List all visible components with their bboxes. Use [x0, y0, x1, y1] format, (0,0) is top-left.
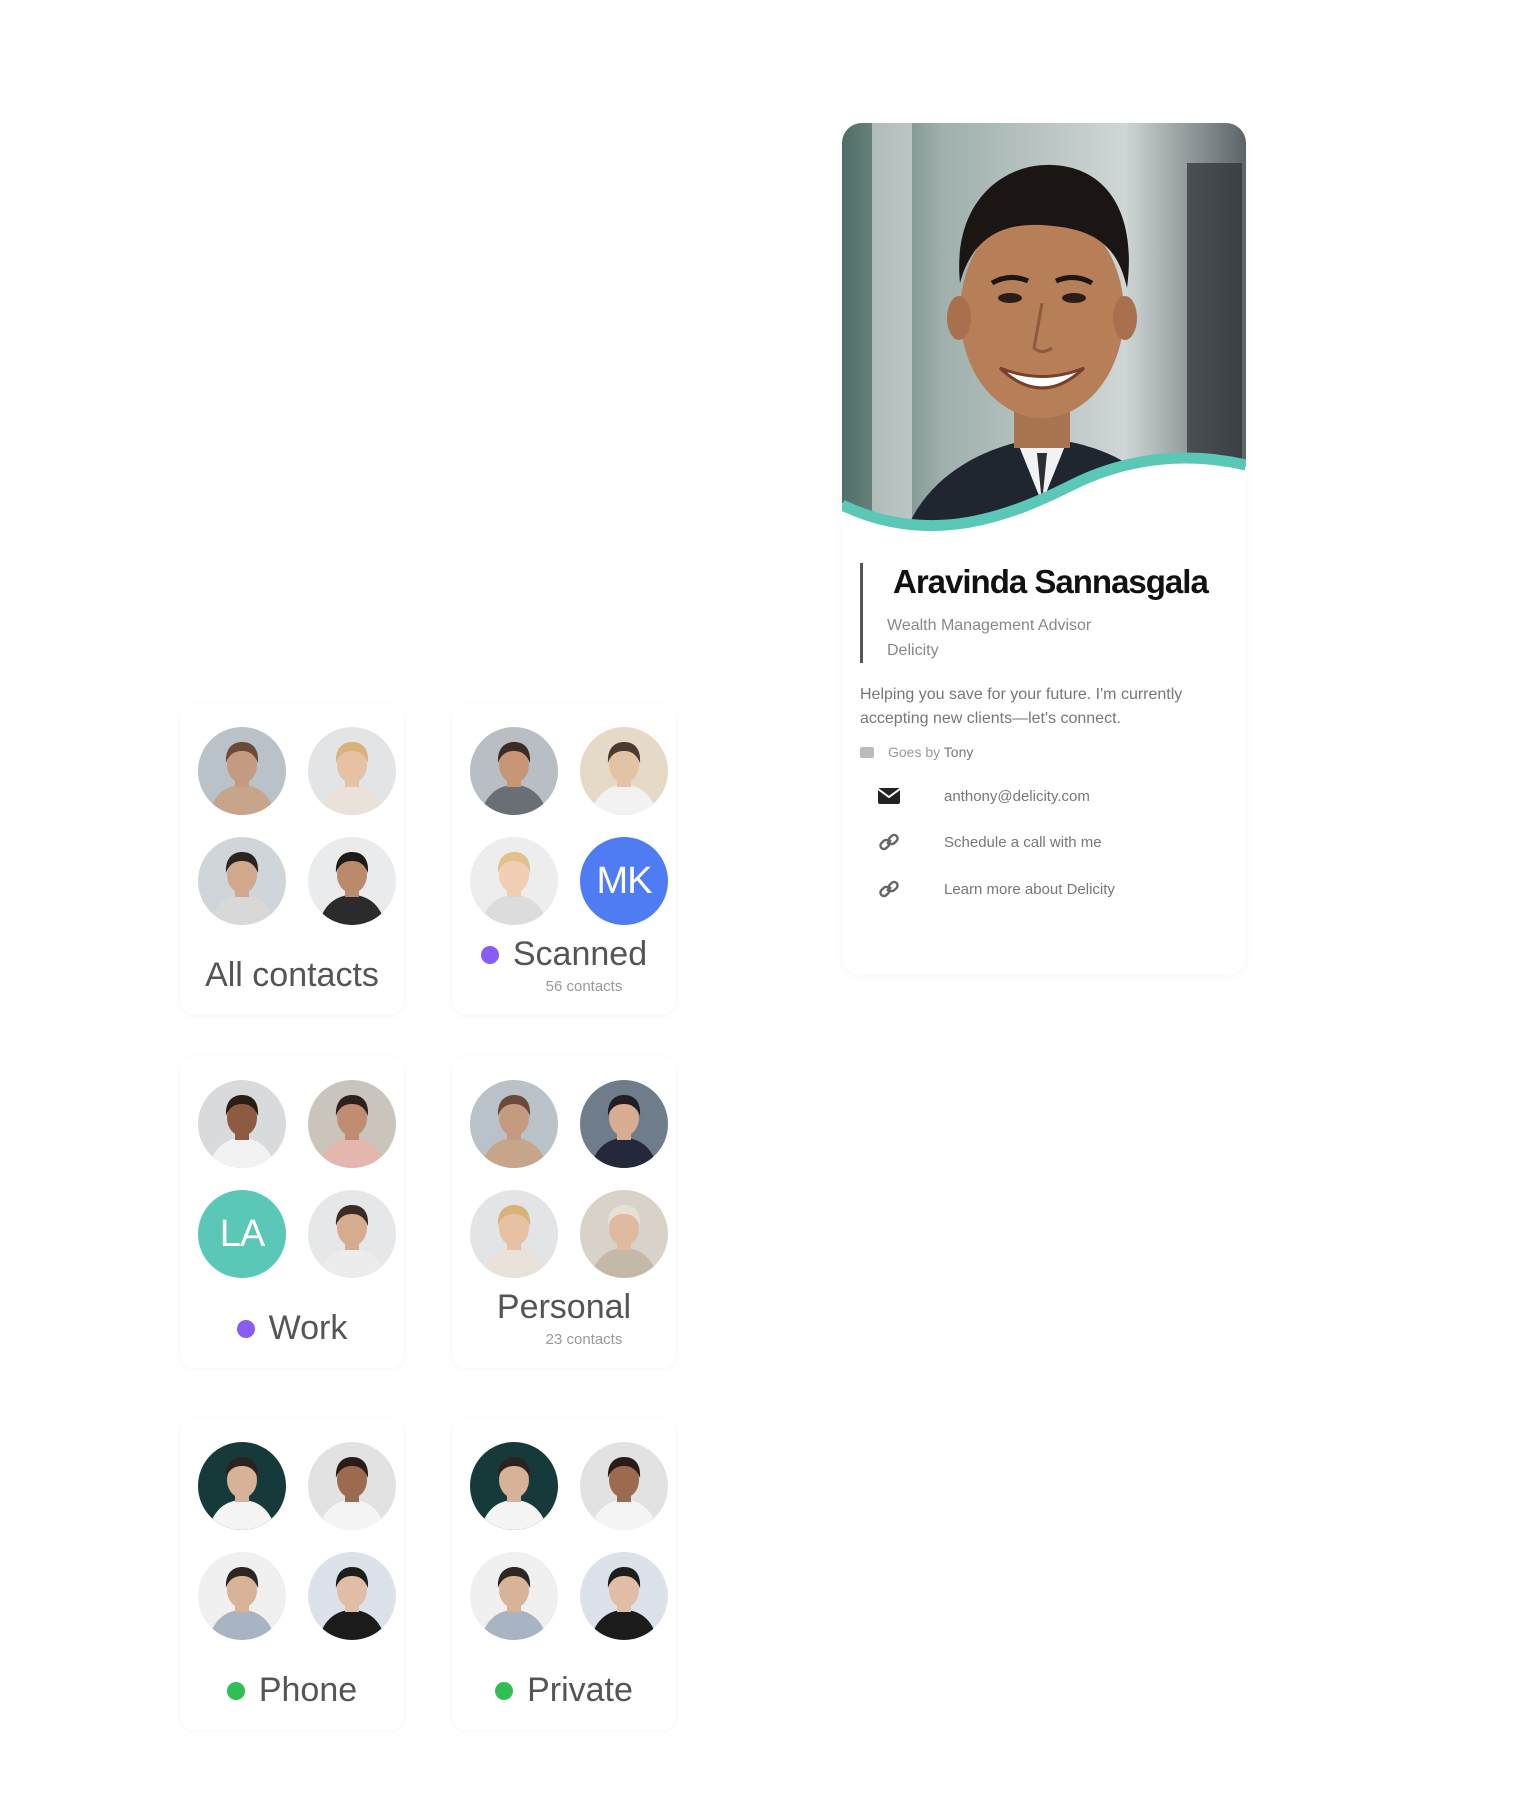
learn-more-text: Learn more about Delicity	[944, 880, 1115, 898]
mail-icon	[874, 781, 904, 811]
group-title: Work	[268, 1309, 348, 1347]
group-card-work[interactable]: LA Work	[180, 1056, 404, 1368]
avatar	[198, 1442, 286, 1530]
group-count: 56 contacts	[545, 978, 623, 995]
group-card-private[interactable]: Private	[452, 1418, 676, 1730]
speech-bubble-icon	[860, 746, 874, 758]
avatar-initials: LA	[198, 1190, 286, 1278]
group-card-scanned[interactable]: MK Scanned 56 contacts	[452, 703, 676, 1015]
group-title: Personal	[496, 1288, 632, 1326]
avatar	[470, 727, 558, 815]
profile-card: Aravinda Sannasgala Wealth Management Ad…	[842, 123, 1246, 975]
avatar	[470, 837, 558, 925]
avatar	[580, 727, 668, 815]
group-color-dot	[495, 1681, 514, 1700]
profile-photo	[842, 123, 1246, 543]
avatar	[580, 1080, 668, 1168]
avatar	[308, 1190, 396, 1278]
schedule-call-text: Schedule a call with me	[944, 833, 1102, 851]
group-count: 23 contacts	[545, 1331, 623, 1348]
avatar	[580, 1442, 668, 1530]
avatar	[308, 1442, 396, 1530]
avatar	[470, 1190, 558, 1278]
schedule-call-link[interactable]: Schedule a call with me	[874, 827, 1102, 857]
email-link[interactable]: anthony@delicity.com	[874, 781, 1090, 811]
avatar	[198, 1080, 286, 1168]
group-title: All contacts	[205, 956, 379, 994]
link-icon	[874, 827, 904, 857]
avatar	[308, 727, 396, 815]
email-text: anthony@delicity.com	[944, 787, 1090, 805]
avatar	[308, 837, 396, 925]
profile-header: Aravinda Sannasgala Wealth Management Ad…	[860, 563, 1209, 663]
avatar	[198, 727, 286, 815]
link-icon	[874, 874, 904, 904]
profile-bio: Helping you save for your future. I'm cu…	[860, 686, 1183, 727]
group-color-dot	[226, 1681, 245, 1700]
avatar-initials: MK	[580, 837, 668, 925]
avatar	[470, 1442, 558, 1530]
avatar	[470, 1552, 558, 1640]
group-title: Scanned	[512, 935, 648, 973]
avatar	[198, 1552, 286, 1640]
profile-company: Delicity	[887, 642, 939, 659]
group-title: Phone	[258, 1671, 358, 1709]
group-color-dot	[236, 1319, 255, 1338]
group-color-dot	[480, 945, 499, 964]
group-card-phone[interactable]: Phone	[180, 1418, 404, 1730]
profile-job-title: Wealth Management Advisor	[887, 617, 1092, 634]
group-card-all-contacts[interactable]: All contacts	[180, 703, 404, 1015]
goes-by-label: Goes by	[888, 744, 941, 760]
avatar	[308, 1552, 396, 1640]
goes-by-value: Tony	[943, 744, 974, 760]
avatar	[580, 1190, 668, 1278]
profile-name: Aravinda Sannasgala	[893, 563, 1209, 600]
avatar	[198, 837, 286, 925]
avatar	[308, 1080, 396, 1168]
goes-by-row: Goes by Tony	[860, 744, 973, 760]
learn-more-link[interactable]: Learn more about Delicity	[874, 874, 1115, 904]
avatar	[470, 1080, 558, 1168]
group-title: Private	[527, 1671, 633, 1709]
avatar	[580, 1552, 668, 1640]
group-card-personal[interactable]: Personal 23 contacts	[452, 1056, 676, 1368]
